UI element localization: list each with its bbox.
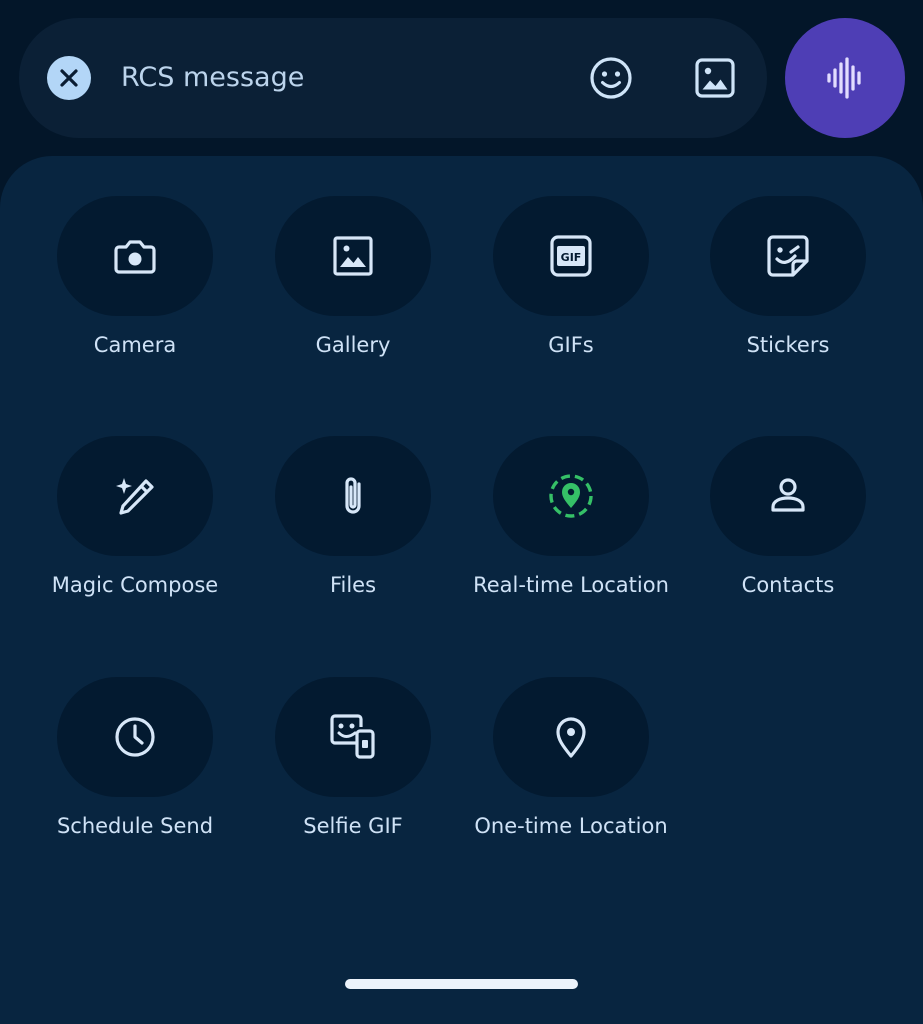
close-icon bbox=[60, 69, 78, 87]
home-indicator[interactable] bbox=[345, 979, 578, 989]
svg-text:GIF: GIF bbox=[561, 251, 582, 264]
attachment-one-time-location[interactable]: One-time Location bbox=[462, 677, 680, 877]
attachment-label: One-time Location bbox=[474, 814, 668, 838]
attachment-stickers[interactable]: Stickers bbox=[679, 196, 897, 396]
voice-message-button[interactable] bbox=[785, 18, 905, 138]
attachment-magic-compose[interactable]: Magic Compose bbox=[26, 436, 244, 636]
live-location-icon bbox=[549, 474, 593, 518]
attachment-contacts[interactable]: Contacts bbox=[679, 436, 897, 636]
location-pin-icon bbox=[556, 717, 586, 758]
real-time-location-button[interactable] bbox=[493, 436, 649, 556]
attachment-panel: Camera Gallery GIF GIFs Stickers Magic C… bbox=[0, 156, 923, 1024]
attachment-files[interactable]: Files bbox=[244, 436, 462, 636]
selfie-gif-button[interactable] bbox=[275, 677, 431, 797]
files-button[interactable] bbox=[275, 436, 431, 556]
attachment-gallery[interactable]: Gallery bbox=[244, 196, 462, 396]
attachment-schedule-send[interactable]: Schedule Send bbox=[26, 677, 244, 877]
selfie-gif-icon bbox=[330, 714, 375, 759]
gifs-button[interactable]: GIF bbox=[493, 196, 649, 316]
attach-image-button[interactable] bbox=[691, 54, 739, 102]
magic-compose-button[interactable] bbox=[57, 436, 213, 556]
camera-button[interactable] bbox=[57, 196, 213, 316]
one-time-location-button[interactable] bbox=[493, 677, 649, 797]
stickers-button[interactable] bbox=[710, 196, 866, 316]
gallery-icon bbox=[333, 236, 373, 276]
camera-icon bbox=[114, 240, 156, 274]
contacts-button[interactable] bbox=[710, 436, 866, 556]
clock-icon bbox=[115, 717, 155, 757]
compose-bar: RCS message bbox=[19, 18, 767, 138]
attachment-gifs[interactable]: GIF GIFs bbox=[462, 196, 680, 396]
attachment-label: Contacts bbox=[741, 573, 835, 597]
attachment-selfie-gif[interactable]: Selfie GIF bbox=[244, 677, 462, 877]
attachment-real-time-location[interactable]: Real-time Location bbox=[462, 436, 680, 636]
message-input[interactable]: RCS message bbox=[121, 56, 561, 100]
sticker-icon bbox=[767, 235, 809, 277]
voice-wave-icon bbox=[827, 57, 861, 99]
schedule-send-button[interactable] bbox=[57, 677, 213, 797]
gallery-button[interactable] bbox=[275, 196, 431, 316]
gif-icon: GIF bbox=[550, 235, 592, 277]
emoji-button[interactable] bbox=[587, 54, 635, 102]
contact-icon bbox=[771, 478, 805, 512]
image-icon bbox=[695, 58, 735, 98]
emoji-icon bbox=[590, 57, 632, 99]
paperclip-icon bbox=[345, 477, 361, 514]
magic-pen-icon bbox=[116, 478, 154, 515]
close-button[interactable] bbox=[47, 56, 91, 100]
attachment-label: Stickers bbox=[746, 333, 830, 357]
attachment-camera[interactable]: Camera bbox=[26, 196, 244, 396]
